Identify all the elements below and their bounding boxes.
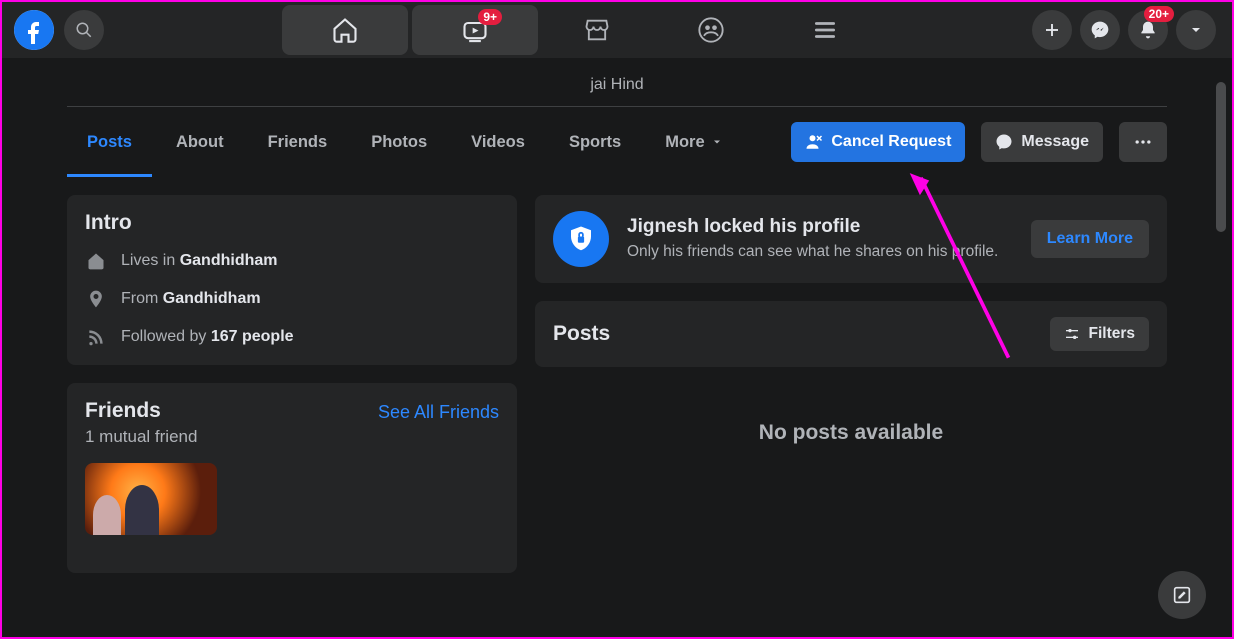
tab-videos[interactable]: Videos (451, 112, 545, 172)
messenger-button[interactable] (1080, 10, 1120, 50)
home-icon (85, 251, 107, 271)
locked-title: Jignesh locked his profile (627, 216, 1013, 238)
message-label: Message (1021, 133, 1089, 151)
person-remove-icon (805, 133, 823, 151)
tab-posts[interactable]: Posts (67, 112, 152, 172)
account-button[interactable] (1176, 10, 1216, 50)
tab-sports[interactable]: Sports (549, 112, 641, 172)
locked-desc: Only his friends can see what he shares … (627, 242, 1013, 263)
hamburger-icon (812, 17, 838, 43)
friends-title: Friends (85, 399, 161, 423)
profile-tabs: Posts About Friends Photos Videos Sports… (67, 107, 1167, 177)
facebook-logo[interactable] (14, 10, 54, 50)
nav-tab-marketplace[interactable] (542, 5, 652, 55)
friend-thumbnail[interactable] (85, 463, 217, 535)
tab-about[interactable]: About (156, 112, 244, 172)
shield-icon (553, 211, 609, 267)
chevron-down-icon (1188, 22, 1204, 38)
cancel-request-button[interactable]: Cancel Request (791, 122, 965, 162)
rss-icon (85, 327, 107, 347)
chevron-down-icon (711, 136, 723, 148)
watch-badge: 9+ (478, 9, 502, 25)
no-posts-text: No posts available (535, 385, 1167, 565)
posts-title: Posts (553, 322, 610, 346)
intro-lives-in: Lives in Gandhidham (85, 251, 499, 271)
scrollbar[interactable] (1216, 82, 1226, 232)
edit-fab[interactable] (1158, 571, 1206, 619)
friends-card: Friends See All Friends 1 mutual friend (67, 383, 517, 573)
nav-tab-menu[interactable] (770, 5, 880, 55)
search-button[interactable] (64, 10, 104, 50)
top-nav: 9+ (2, 2, 1232, 58)
filters-icon (1064, 326, 1080, 342)
nav-tab-watch[interactable]: 9+ (412, 5, 538, 55)
nav-tab-home[interactable] (282, 5, 408, 55)
see-all-friends-link[interactable]: See All Friends (378, 402, 499, 423)
location-icon (85, 289, 107, 309)
intro-followed: Followed by 167 people (85, 327, 499, 347)
groups-icon (697, 16, 725, 44)
more-actions-button[interactable] (1119, 122, 1167, 162)
tab-more-label: More (665, 133, 704, 152)
nav-right: 20+ (1032, 2, 1216, 58)
profile-page: jai Hind Posts About Friends Photos Vide… (67, 58, 1167, 573)
facebook-icon (14, 10, 54, 50)
bell-icon (1138, 20, 1158, 40)
cancel-request-label: Cancel Request (831, 133, 951, 151)
filters-button[interactable]: Filters (1050, 317, 1149, 351)
nav-tab-groups[interactable] (656, 5, 766, 55)
search-icon (75, 21, 93, 39)
messenger-icon (1090, 20, 1110, 40)
tab-more[interactable]: More (645, 112, 742, 172)
learn-more-button[interactable]: Learn More (1031, 220, 1149, 258)
filters-label: Filters (1088, 325, 1135, 343)
create-button[interactable] (1032, 10, 1072, 50)
notifications-button[interactable]: 20+ (1128, 10, 1168, 50)
intro-title: Intro (85, 211, 499, 235)
intro-from: From Gandhidham (85, 289, 499, 309)
ellipsis-icon (1133, 132, 1153, 152)
notifications-badge: 20+ (1144, 6, 1174, 22)
tab-friends[interactable]: Friends (248, 112, 348, 172)
nav-center-tabs: 9+ (282, 2, 880, 58)
marketplace-icon (583, 16, 611, 44)
locked-profile-card: Jignesh locked his profile Only his frie… (535, 195, 1167, 283)
edit-icon (1171, 584, 1193, 606)
message-button[interactable]: Message (981, 122, 1103, 162)
home-icon (331, 16, 359, 44)
messenger-icon (995, 133, 1013, 151)
plus-icon (1043, 21, 1061, 39)
tab-photos[interactable]: Photos (351, 112, 447, 172)
profile-tagline: jai Hind (67, 58, 1167, 106)
mutual-friends-count: 1 mutual friend (85, 427, 499, 447)
intro-card: Intro Lives in Gandhidham From Gandhidha… (67, 195, 517, 365)
posts-card: Posts Filters (535, 301, 1167, 367)
